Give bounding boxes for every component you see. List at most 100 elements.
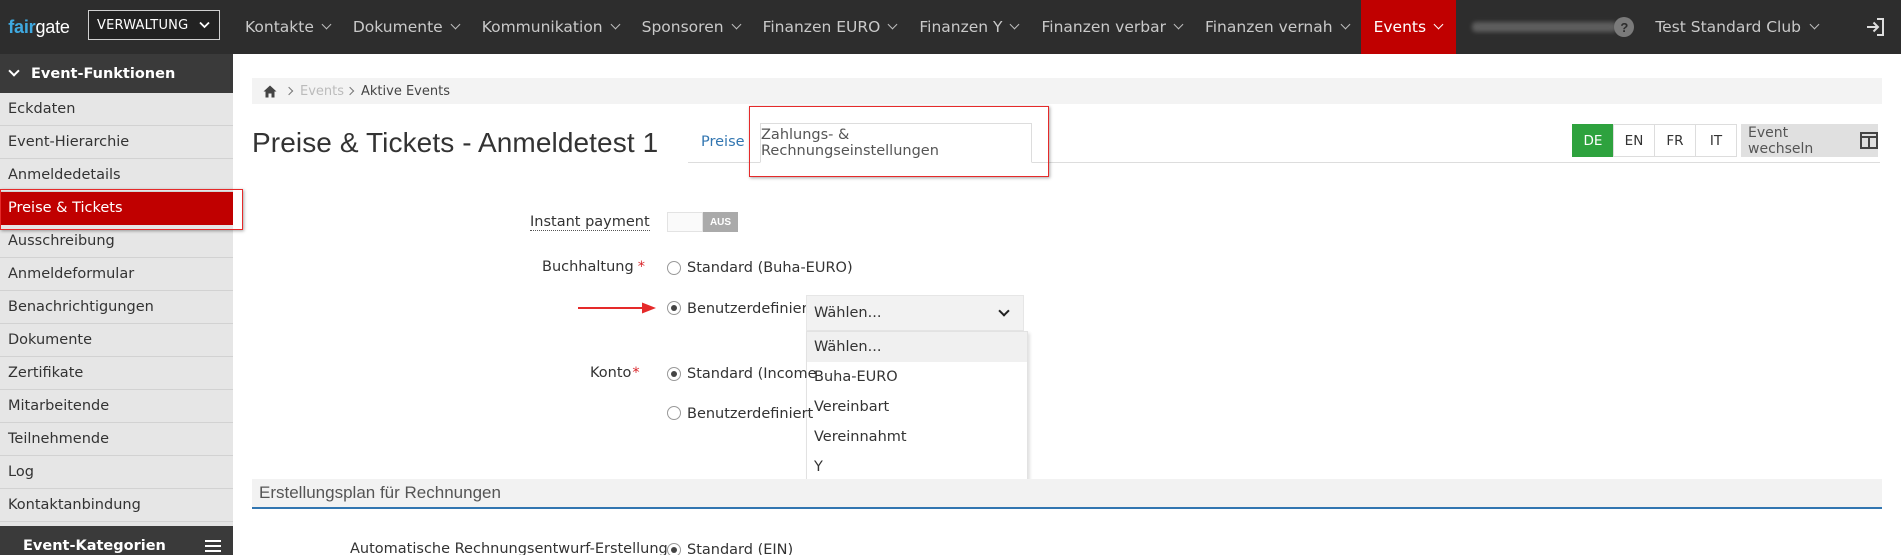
dropdown-option[interactable]: Buha-EURO [807, 362, 1027, 392]
buchhaltung-select-value: Wählen... [814, 305, 882, 321]
main-menu: Kontakte Dokumente Kommunikation Sponsor… [234, 0, 1618, 54]
nav-events[interactable]: Events [1360, 0, 1457, 54]
lang-fr[interactable]: FR [1654, 124, 1696, 157]
chevron-down-icon [1173, 19, 1184, 30]
auto-draft-label: Automatische Rechnungsentwurf-Erstellung [350, 541, 668, 555]
chevron-down-icon [1340, 19, 1351, 30]
sidebar-item-dokumente[interactable]: Dokumente [0, 324, 233, 357]
help-icon[interactable]: ? [1614, 17, 1635, 37]
breadcrumb-aktive-events: Aktive Events [361, 83, 450, 99]
buchhaltung-radio-custom[interactable] [667, 301, 681, 315]
buchhaltung-option-custom: Benutzerdefiniert [687, 301, 814, 317]
chevron-down-icon [731, 19, 742, 30]
columns-icon [1859, 132, 1878, 149]
chevron-down-icon [610, 19, 621, 30]
buchhaltung-option-standard: Standard (Buha-EURO) [687, 260, 853, 276]
chevron-right-icon [345, 86, 355, 96]
nav-kontakte[interactable]: Kontakte [234, 0, 342, 54]
annotation-highlight-sidebar [0, 189, 243, 230]
sidebar-item-anmeldeformular[interactable]: Anmeldeformular [0, 258, 233, 291]
sidebar-item-kontaktanbindung[interactable]: Kontaktanbindung [0, 489, 233, 522]
chevron-right-icon [284, 86, 294, 96]
sidebar-title: Event-Funktionen [31, 65, 176, 82]
konto-radio-standard[interactable] [667, 367, 681, 381]
nav-finanzen-y[interactable]: Finanzen Y [908, 0, 1030, 54]
buchhaltung-dropdown: Wählen... Buha-EURO Vereinbart Vereinnah… [806, 331, 1028, 483]
dropdown-option[interactable]: Wählen... [807, 332, 1027, 362]
sidebar-item-mitarbeitende[interactable]: Mitarbeitende [0, 390, 233, 423]
lang-en[interactable]: EN [1613, 124, 1655, 157]
konto-label-text: Konto [590, 365, 632, 381]
nav-label: Finanzen EURO [762, 18, 881, 36]
nav-finanzen-euro[interactable]: Finanzen EURO [752, 0, 909, 54]
language-switcher: DE EN FR IT [1572, 124, 1737, 157]
buchhaltung-radio-standard[interactable] [667, 261, 681, 275]
buchhaltung-label-text: Buchhaltung [542, 259, 634, 275]
role-select[interactable]: VERWALTUNG [88, 10, 220, 40]
dropdown-option[interactable]: Y [807, 452, 1027, 482]
logout-icon[interactable] [1864, 16, 1886, 38]
toggle-state: AUS [703, 212, 738, 232]
sidebar-footer-label: Event-Kategorien [23, 538, 166, 554]
nav-label: Finanzen Y [919, 18, 1003, 36]
logo-part-gate: gate [35, 16, 70, 37]
chevron-down-icon [450, 19, 461, 30]
sidebar-item-event-hierarchie[interactable]: Event-Hierarchie [0, 126, 233, 159]
chevron-down-icon [887, 19, 898, 30]
konto-option-custom: Benutzerdefiniert [687, 406, 814, 422]
sidebar-header[interactable]: Event-Funktionen [0, 54, 233, 93]
event-switch-label: Event wechseln [1748, 124, 1814, 157]
chevron-down-icon [1809, 19, 1820, 30]
sidebar-item-log[interactable]: Log [0, 456, 233, 489]
nav-dokumente[interactable]: Dokumente [342, 0, 471, 54]
club-name: Test Standard Club [1655, 18, 1801, 36]
chevron-down-icon [321, 19, 332, 30]
konto-option-standard: Standard (Income [687, 366, 817, 382]
konto-radio-custom[interactable] [667, 406, 681, 420]
required-marker: * [632, 365, 640, 381]
logo-part-fair: fair [8, 16, 36, 37]
annotation-highlight-tab [749, 106, 1049, 177]
konto-label: Konto* [590, 365, 640, 381]
chevron-down-icon [1433, 19, 1444, 30]
home-icon[interactable] [263, 85, 277, 98]
lang-it[interactable]: IT [1695, 124, 1737, 157]
sidebar-item-teilnehmende[interactable]: Teilnehmende [0, 423, 233, 456]
club-switcher[interactable]: Test Standard Club [1655, 18, 1820, 36]
blurred-user-name [1472, 0, 1618, 54]
sidebar-footer-event-kategorien[interactable]: Event-Kategorien [0, 526, 233, 555]
sidebar-item-benachrichtigungen[interactable]: Benachrichtigungen [0, 291, 233, 324]
dropdown-option[interactable]: Vereinbart [807, 392, 1027, 422]
chevron-down-icon [998, 305, 1010, 317]
chevron-down-icon [1010, 19, 1020, 30]
fairgate-logo[interactable]: fair gate [0, 0, 78, 54]
page-title: Preise & Tickets - Anmeldetest 1 [252, 127, 659, 158]
sidebar-item-eckdaten[interactable]: Eckdaten [0, 93, 233, 126]
instant-payment-toggle[interactable]: AUS [667, 212, 738, 232]
nav-finanzen-vernah[interactable]: Finanzen vernah [1194, 0, 1361, 54]
menu-icon[interactable] [205, 540, 221, 552]
event-switch-button[interactable]: Event wechseln [1741, 124, 1878, 157]
nav-label: Sponsoren [641, 18, 724, 36]
lang-de[interactable]: DE [1572, 124, 1614, 157]
toggle-knob [667, 212, 703, 232]
nav-label: Dokumente [352, 18, 443, 36]
chevron-down-icon [8, 65, 20, 77]
auto-draft-radio-standard[interactable] [667, 543, 681, 555]
nav-finanzen-verbar[interactable]: Finanzen verbar [1030, 0, 1193, 54]
sidebar-item-anmeldedetails[interactable]: Anmeldedetails [0, 159, 233, 192]
buchhaltung-select[interactable]: Wählen... [806, 295, 1024, 331]
buchhaltung-label: Buchhaltung * [542, 259, 645, 275]
dropdown-option[interactable]: Vereinnahmt [807, 422, 1027, 452]
tab-preise[interactable]: Preise [701, 134, 745, 150]
nav-kommunikation[interactable]: Kommunikation [471, 0, 631, 54]
breadcrumb-events[interactable]: Events [300, 84, 344, 99]
nav-label: Events [1373, 18, 1427, 36]
nav-sponsoren[interactable]: Sponsoren [631, 0, 752, 54]
annotation-arrow-icon [578, 302, 656, 314]
chevron-down-icon [199, 21, 210, 29]
auto-draft-option-standard: Standard (EIN) [687, 542, 794, 555]
nav-right: ? Test Standard Club [1614, 0, 1901, 54]
sidebar-item-zertifikate[interactable]: Zertifikate [0, 357, 233, 390]
section-title: Erstellungsplan für Rechnungen [259, 483, 501, 502]
